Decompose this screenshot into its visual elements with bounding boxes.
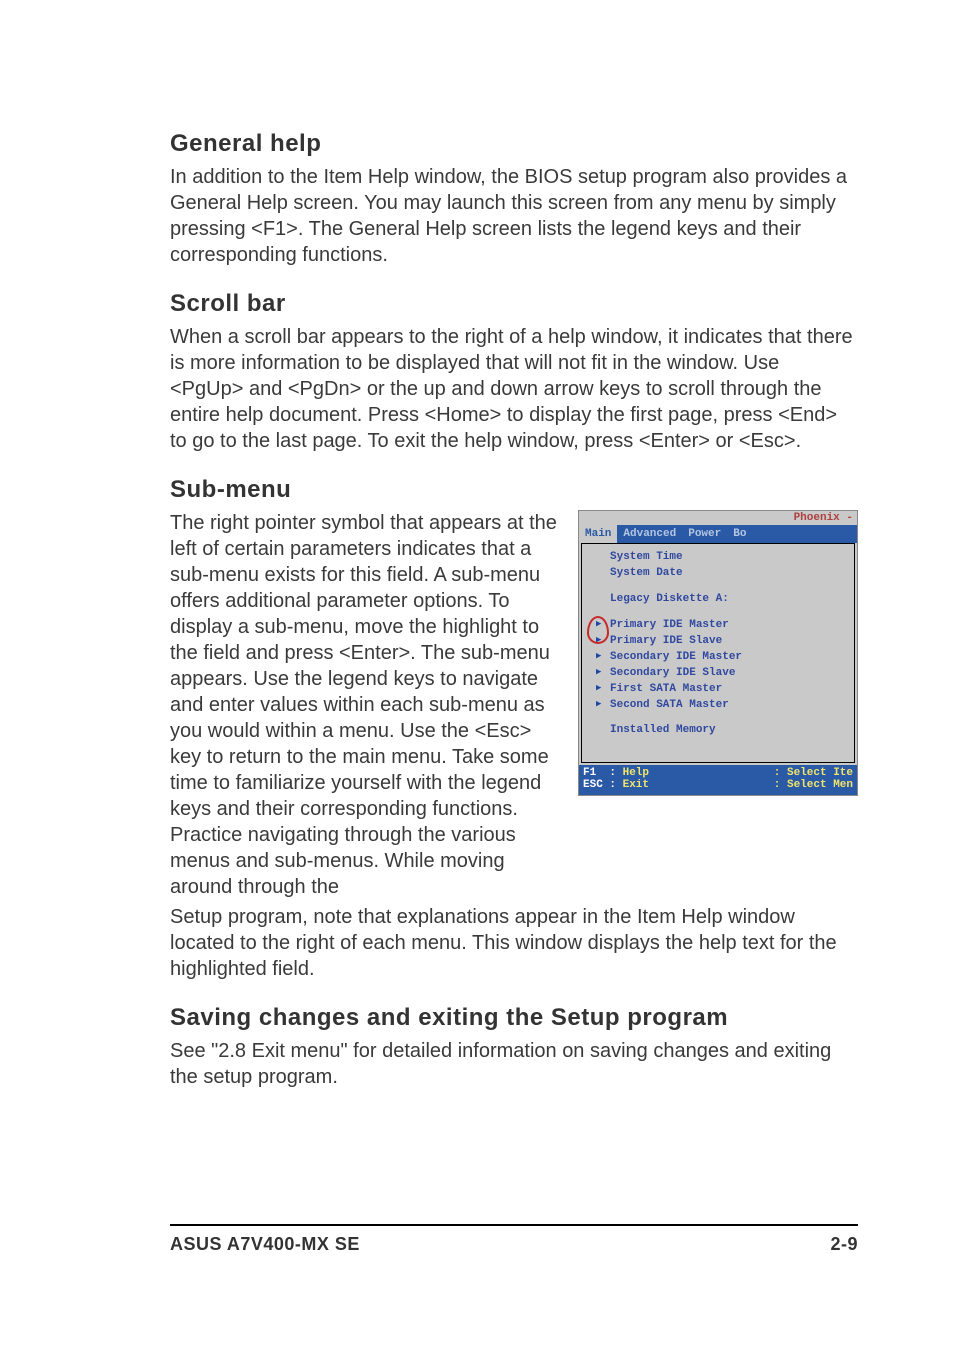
bios-item-primary-ide-slave[interactable]: Primary IDE Slave bbox=[582, 634, 854, 650]
bios-tab-boot[interactable]: Bo bbox=[727, 525, 752, 543]
bios-foot-f1-key: F1 : bbox=[583, 767, 623, 779]
bios-foot-esc-key: ESC : bbox=[583, 779, 623, 791]
bios-tab-advanced[interactable]: Advanced bbox=[617, 525, 682, 543]
bios-item-system-time[interactable]: System Time bbox=[582, 550, 854, 566]
bios-tab-main[interactable]: Main bbox=[579, 525, 617, 543]
heading-general-help: General help bbox=[170, 130, 858, 158]
bios-tab-bar: Main Advanced Power Bo bbox=[579, 525, 857, 543]
paragraph-general-help: In addition to the Item Help window, the… bbox=[170, 164, 858, 268]
bios-item-first-sata-master[interactable]: First SATA Master bbox=[582, 682, 854, 698]
bios-item-legacy-diskette[interactable]: Legacy Diskette A: bbox=[582, 592, 854, 608]
page-content: General help In addition to the Item Hel… bbox=[0, 0, 954, 1090]
heading-scroll-bar: Scroll bar bbox=[170, 290, 858, 318]
heading-sub-menu: Sub-menu bbox=[170, 476, 858, 504]
heading-saving: Saving changes and exiting the Setup pro… bbox=[170, 1004, 858, 1032]
footer-page-number: 2-9 bbox=[830, 1234, 858, 1255]
bios-tab-power[interactable]: Power bbox=[682, 525, 727, 543]
bios-footer: F1 : Help : Select Ite ESC : Exit : Sele… bbox=[579, 765, 857, 795]
bios-item-secondary-ide-master[interactable]: Secondary IDE Master bbox=[582, 650, 854, 666]
bios-item-primary-ide-master[interactable]: Primary IDE Master bbox=[582, 618, 854, 634]
paragraph-sub-menu-beside: The right pointer symbol that appears at… bbox=[170, 510, 566, 900]
bios-foot-f1-action: Help bbox=[623, 767, 649, 779]
bios-foot-esc-action: Exit bbox=[623, 779, 649, 791]
bios-foot-right1: : Select Ite bbox=[774, 767, 853, 779]
paragraph-saving: See "2.8 Exit menu" for detailed informa… bbox=[170, 1038, 858, 1090]
paragraph-scroll-bar: When a scroll bar appears to the right o… bbox=[170, 324, 858, 454]
bios-screenshot: Phoenix - Main Advanced Power Bo System … bbox=[578, 510, 858, 796]
paragraph-sub-menu-after: Setup program, note that explanations ap… bbox=[170, 904, 858, 982]
page-footer: ASUS A7V400-MX SE 2-9 bbox=[170, 1224, 858, 1255]
bios-foot-right2: : Select Men bbox=[774, 779, 853, 791]
submenu-row: The right pointer symbol that appears at… bbox=[170, 510, 858, 900]
bios-item-second-sata-master[interactable]: Second SATA Master bbox=[582, 698, 854, 714]
bios-item-system-date[interactable]: System Date bbox=[582, 566, 854, 582]
bios-item-secondary-ide-slave[interactable]: Secondary IDE Slave bbox=[582, 666, 854, 682]
footer-product: ASUS A7V400-MX SE bbox=[170, 1234, 360, 1255]
bios-body: System Time System Date Legacy Diskette … bbox=[581, 543, 855, 763]
bios-item-installed-memory[interactable]: Installed Memory bbox=[582, 723, 854, 739]
bios-brand: Phoenix - bbox=[579, 511, 857, 525]
